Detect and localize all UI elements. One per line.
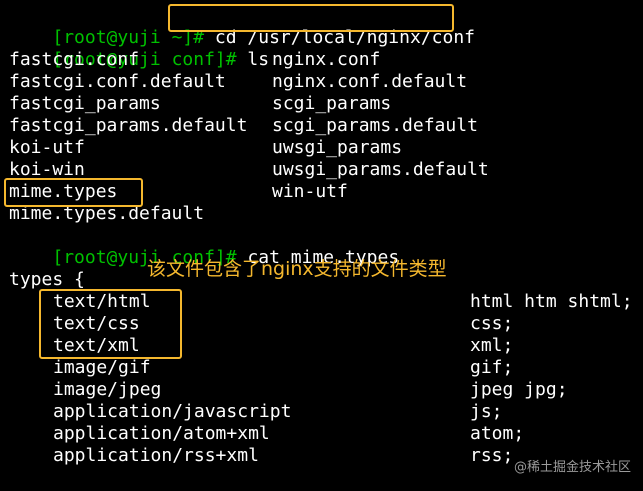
mime-ext: css; bbox=[470, 313, 514, 334]
ls-entry: fastcgi.conf.default bbox=[9, 71, 226, 92]
ls-entry: uwsgi_params.default bbox=[272, 159, 489, 180]
command-ls: ls bbox=[236, 49, 270, 70]
mime-ext: html htm shtml; bbox=[470, 291, 633, 312]
terminal-line-cat: [root@yuji conf]# cat mime.types bbox=[9, 225, 399, 268]
mime-ext: rss; bbox=[470, 445, 514, 466]
annotation-text: 该文件包含了nginx支持的文件类型 bbox=[147, 258, 447, 280]
mime-ext: js; bbox=[470, 401, 503, 422]
highlight-box-cd-path bbox=[168, 4, 454, 32]
ls-entry: nginx.conf bbox=[272, 49, 381, 70]
highlight-box-mime-types bbox=[4, 178, 143, 207]
ls-entry: win-utf bbox=[272, 181, 348, 202]
mime-type: image/jpeg bbox=[53, 379, 162, 400]
ls-entry: fastcgi_params.default bbox=[9, 115, 248, 136]
ls-entry: fastcgi_params bbox=[9, 93, 161, 114]
mime-ext: jpeg jpg; bbox=[470, 379, 568, 400]
ls-entry: scgi_params.default bbox=[272, 115, 478, 136]
ls-entry: fastcgi.conf bbox=[9, 49, 140, 70]
mime-ext: gif; bbox=[470, 357, 514, 378]
mime-type: application/atom+xml bbox=[53, 423, 270, 444]
watermark-text: @稀土掘金技术社区 bbox=[513, 460, 631, 475]
ls-entry: uwsgi_params bbox=[272, 137, 403, 158]
ls-entry: nginx.conf.default bbox=[272, 71, 468, 92]
mime-ext: atom; bbox=[470, 423, 525, 444]
terminal-window[interactable]: [root@yuji ~]# cd /usr/local/nginx/conf … bbox=[0, 0, 643, 491]
mime-type: application/javascript bbox=[53, 401, 292, 422]
mime-type: image/gif bbox=[53, 357, 151, 378]
ls-entry: scgi_params bbox=[272, 93, 392, 114]
highlight-box-text-types bbox=[39, 289, 182, 359]
mime-type: application/rss+xml bbox=[53, 445, 259, 466]
types-open: types { bbox=[9, 269, 85, 290]
ls-entry: koi-utf bbox=[9, 137, 85, 158]
mime-ext: xml; bbox=[470, 335, 514, 356]
